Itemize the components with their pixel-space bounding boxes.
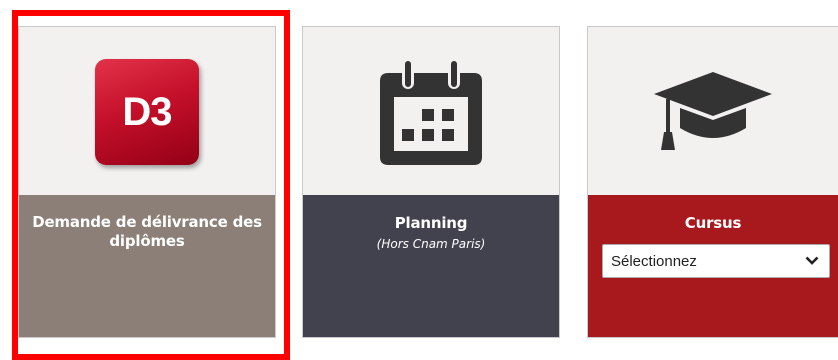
card-planning-title[interactable]: Planning [303, 214, 559, 233]
card-planning[interactable]: Planning (Hors Cnam Paris) [302, 26, 560, 338]
card-planning-subtitle: (Hors Cnam Paris) [376, 237, 486, 251]
card-diplomes-bottom: Demande de délivrance des diplômes [19, 195, 275, 337]
graduation-cap-icon [654, 72, 772, 150]
card-cursus-title[interactable]: Cursus [588, 214, 838, 233]
cursus-select[interactable]: Sélectionnez [602, 244, 830, 278]
chevron-down-icon [805, 256, 819, 265]
card-diplomes-title[interactable]: Demande de délivrance des diplômes [19, 213, 275, 251]
card-planning-top [303, 27, 559, 195]
card-cursus[interactable]: Cursus Sélectionnez [587, 26, 838, 338]
card-planning-bottom: Planning (Hors Cnam Paris) [303, 195, 559, 337]
card-diplomes[interactable]: D3 Demande de délivrance des diplômes [18, 26, 276, 338]
d3-logo-icon: D3 [95, 59, 199, 165]
card-cursus-bottom: Cursus Sélectionnez [588, 195, 838, 337]
d3-logo-text: D3 [122, 89, 172, 134]
cursus-select-value: Sélectionnez [611, 252, 697, 270]
card-cursus-top [588, 27, 838, 195]
card-diplomes-top: D3 [19, 27, 275, 195]
calendar-icon [380, 59, 482, 165]
